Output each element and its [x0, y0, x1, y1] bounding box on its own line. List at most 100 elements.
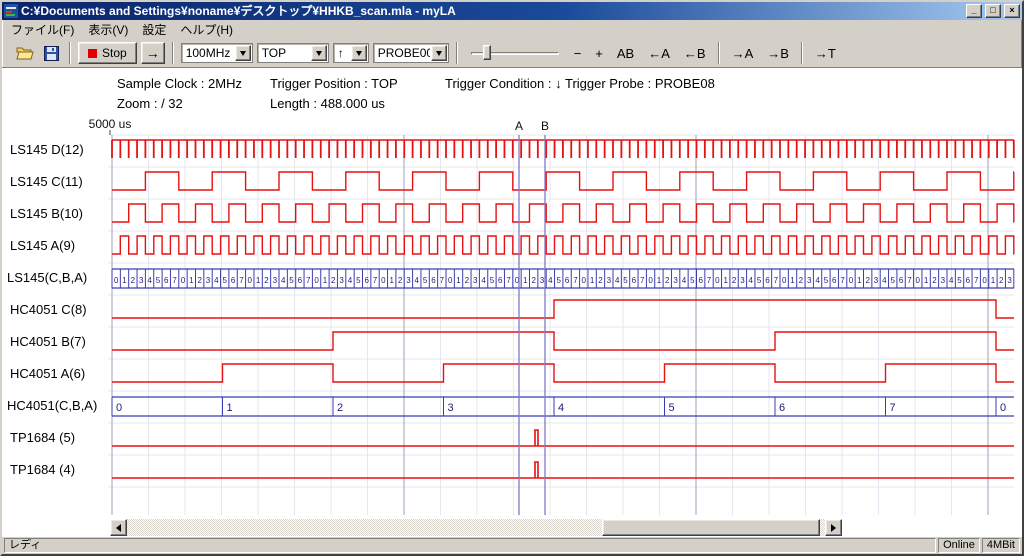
svg-text:3: 3 — [206, 276, 211, 285]
zoom-slider[interactable] — [469, 43, 561, 63]
open-file-button[interactable] — [14, 42, 36, 64]
toolbar: Stop → 100MHz TOP ↑ PROBE00 − + AB ←A ←B — [2, 39, 1022, 68]
svg-text:7: 7 — [506, 276, 511, 285]
probe-select[interactable]: PROBE00 — [373, 43, 449, 63]
menu-settings[interactable]: 設定 — [135, 19, 173, 40]
trigger-probe-info: Trigger Probe : PROBE08 — [565, 76, 715, 91]
trigger-condition-info: Trigger Condition : ↓ — [445, 76, 562, 91]
chevron-down-icon[interactable] — [351, 45, 367, 61]
svg-text:5: 5 — [289, 276, 294, 285]
svg-text:3: 3 — [607, 276, 612, 285]
svg-text:1: 1 — [790, 276, 795, 285]
menu-view[interactable]: 表示(V) — [81, 19, 135, 40]
svg-text:5: 5 — [222, 276, 227, 285]
scroll-right-button[interactable] — [825, 519, 842, 536]
svg-text:0: 0 — [648, 276, 653, 285]
trigger-edge-select[interactable]: ↑ — [333, 43, 369, 63]
svg-text:4: 4 — [481, 276, 486, 285]
svg-text:5: 5 — [890, 276, 895, 285]
zoom-out-button[interactable]: − — [569, 44, 587, 63]
svg-text:2: 2 — [197, 276, 202, 285]
goto-marker-a-left-button[interactable]: ←A — [643, 44, 675, 63]
svg-text:5: 5 — [156, 276, 161, 285]
floppy-disk-icon — [44, 46, 59, 61]
svg-text:5: 5 — [690, 276, 695, 285]
svg-text:6: 6 — [899, 276, 904, 285]
toolbar-separator — [718, 42, 720, 64]
scroll-left-button[interactable] — [110, 519, 127, 536]
svg-text:2: 2 — [337, 402, 343, 414]
chevron-down-icon[interactable] — [311, 45, 327, 61]
svg-text:6: 6 — [698, 276, 703, 285]
stop-button[interactable]: Stop — [78, 42, 137, 64]
svg-text:1: 1 — [590, 276, 595, 285]
arrow-right-icon — [831, 524, 836, 532]
svg-text:3: 3 — [406, 276, 411, 285]
svg-text:2: 2 — [331, 276, 336, 285]
svg-text:2: 2 — [131, 276, 136, 285]
svg-text:5: 5 — [757, 276, 762, 285]
svg-text:5: 5 — [957, 276, 962, 285]
maximize-button[interactable]: □ — [985, 4, 1001, 18]
ab-button[interactable]: AB — [612, 44, 639, 63]
chevron-down-icon[interactable] — [431, 45, 447, 61]
svg-text:2: 2 — [999, 276, 1004, 285]
statusbar: レディ Online 4MBit — [2, 537, 1022, 554]
svg-text:4: 4 — [615, 276, 620, 285]
svg-text:4: 4 — [348, 276, 353, 285]
svg-text:7: 7 — [373, 276, 378, 285]
goto-trigger-button[interactable]: →T — [810, 44, 841, 63]
chevron-down-icon[interactable] — [235, 45, 251, 61]
zoom-info: Zoom : / 32 — [117, 96, 183, 111]
goto-marker-b-right-button[interactable]: →B — [762, 44, 794, 63]
minimize-button[interactable]: _ — [966, 4, 982, 18]
svg-text:7: 7 — [640, 276, 645, 285]
zoom-in-button[interactable]: + — [590, 44, 608, 63]
svg-text:6: 6 — [779, 402, 785, 414]
svg-text:2: 2 — [465, 276, 470, 285]
svg-text:4: 4 — [281, 276, 286, 285]
svg-text:A: A — [515, 119, 523, 133]
save-button[interactable] — [40, 42, 62, 64]
goto-marker-a-right-button[interactable]: →A — [727, 44, 759, 63]
run-button[interactable]: → — [141, 42, 165, 64]
horizontal-scrollbar[interactable] — [110, 519, 842, 536]
svg-text:0: 0 — [314, 276, 319, 285]
svg-text:3: 3 — [740, 276, 745, 285]
stop-label: Stop — [102, 46, 127, 60]
close-button[interactable]: × — [1004, 4, 1020, 18]
clock-rate-select[interactable]: 100MHz — [181, 43, 253, 63]
toolbar-separator — [69, 42, 71, 64]
zoom-slider-thumb[interactable] — [483, 45, 491, 60]
svg-text:5: 5 — [623, 276, 628, 285]
svg-text:0: 0 — [248, 276, 253, 285]
svg-text:0: 0 — [1000, 402, 1006, 414]
svg-text:2: 2 — [732, 276, 737, 285]
menu-file[interactable]: ファイル(F) — [4, 19, 81, 40]
svg-text:1: 1 — [389, 276, 394, 285]
probe-value: PROBE00 — [374, 44, 430, 62]
svg-text:6: 6 — [498, 276, 503, 285]
scrollbar-track[interactable] — [127, 519, 825, 536]
svg-text:3: 3 — [807, 276, 812, 285]
scrollbar-thumb[interactable] — [602, 519, 820, 536]
svg-text:6: 6 — [832, 276, 837, 285]
svg-text:7: 7 — [440, 276, 445, 285]
svg-text:5: 5 — [556, 276, 561, 285]
svg-text:1: 1 — [991, 276, 996, 285]
trigger-position-select[interactable]: TOP — [257, 43, 329, 63]
goto-marker-b-left-button[interactable]: ←B — [679, 44, 711, 63]
svg-text:0: 0 — [849, 276, 854, 285]
stop-icon — [88, 49, 97, 58]
main-content: Sample Clock : 2MHz Trigger Position : T… — [2, 68, 1022, 537]
svg-text:6: 6 — [966, 276, 971, 285]
arrow-left-icon — [116, 524, 121, 532]
svg-text:2: 2 — [398, 276, 403, 285]
menu-help[interactable]: ヘルプ(H) — [173, 19, 240, 40]
svg-text:1: 1 — [723, 276, 728, 285]
titlebar: C:¥Documents and Settings¥noname¥デスクトップ¥… — [2, 2, 1022, 20]
svg-text:1: 1 — [323, 276, 328, 285]
app-icon — [4, 4, 18, 18]
waveform-display[interactable]: 0123456701234567012345670123456701234567… — [2, 118, 1022, 518]
status-memory: 4MBit — [982, 538, 1020, 553]
